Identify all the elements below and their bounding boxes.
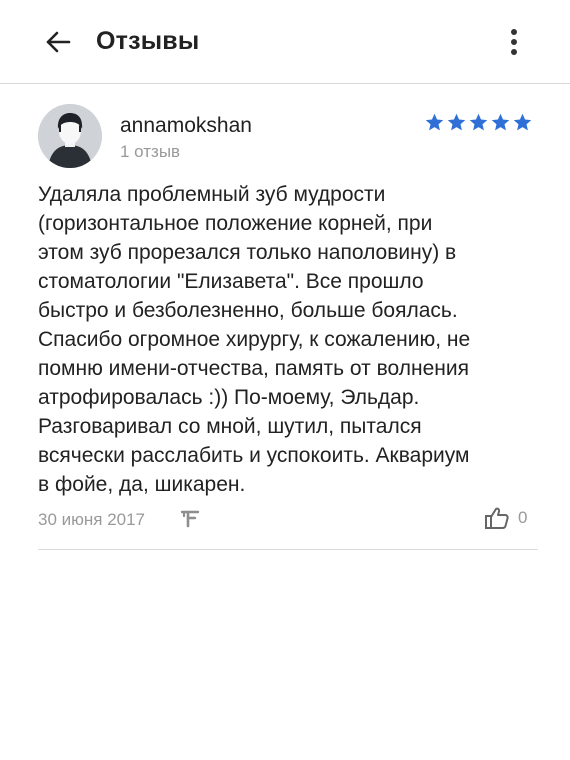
star-icon	[425, 113, 444, 131]
author-review-count: 1 отзыв	[120, 142, 181, 161]
like-count: 0	[518, 508, 528, 527]
review-card: annamokshan 1 отзыв Удаляла проблемный з…	[38, 102, 538, 550]
rating-stars	[424, 112, 533, 133]
star-icon	[491, 113, 510, 131]
arrow-left-icon	[46, 31, 71, 53]
app-bar: Отзывы	[0, 0, 570, 84]
flamp-logo-icon	[180, 510, 200, 528]
star-icon	[447, 113, 466, 131]
review-author[interactable]: annamokshan	[120, 114, 252, 138]
more-menu-button[interactable]	[496, 22, 532, 62]
back-button[interactable]	[38, 22, 78, 62]
thumbs-up-icon	[485, 507, 509, 529]
more-vertical-icon	[511, 29, 517, 55]
review-date: 30 июня 2017	[38, 510, 146, 529]
avatar[interactable]	[38, 104, 102, 168]
star-icon	[469, 113, 488, 131]
review-text: Удаляла проблемный зуб мудрости (горизон…	[38, 183, 471, 496]
default-user-avatar-icon	[38, 104, 102, 168]
star-icon	[513, 113, 532, 131]
like-button[interactable]: 0	[484, 505, 527, 531]
page-title: Отзывы	[96, 27, 200, 55]
